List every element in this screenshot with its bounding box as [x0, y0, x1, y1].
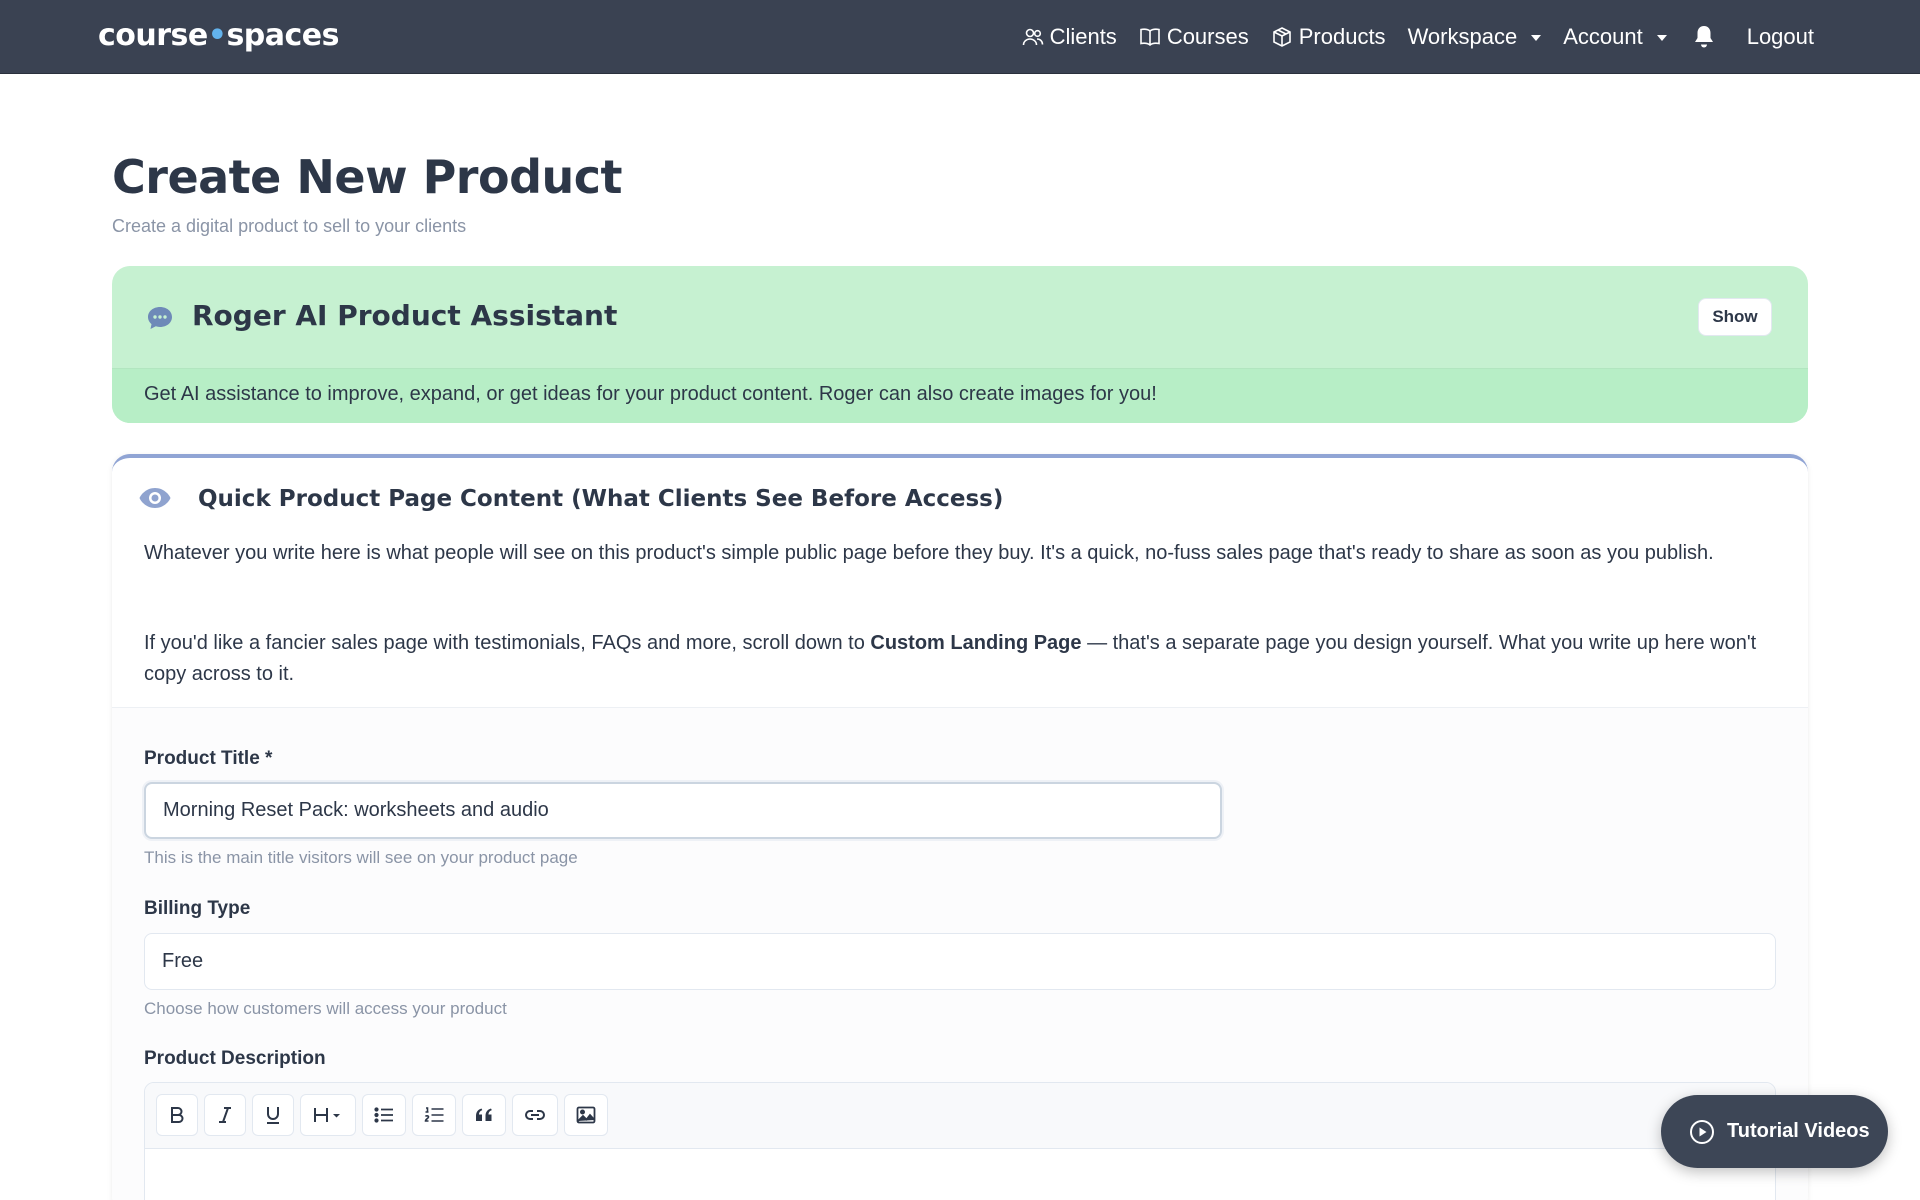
product-title-help: This is the main title visitors will see…	[144, 848, 578, 867]
link-icon	[525, 1110, 545, 1120]
bullet-list-button[interactable]	[362, 1094, 406, 1136]
nav-clients[interactable]: Clients	[1022, 24, 1117, 50]
box-icon	[1272, 27, 1291, 47]
numbered-list-icon	[424, 1107, 444, 1122]
quick-section-header: Quick Product Page Content (What Clients…	[112, 458, 1808, 708]
chevron-down-icon	[1656, 35, 1667, 41]
chevron-down-icon	[1531, 35, 1542, 41]
description-editor	[144, 1082, 1776, 1200]
tutorial-videos-label: Tutorial Videos	[1727, 1120, 1870, 1142]
image-button[interactable]	[564, 1094, 608, 1136]
bell-icon	[1694, 26, 1713, 48]
nav-courses[interactable]: Courses	[1139, 24, 1249, 50]
bullet-list-icon	[374, 1107, 393, 1123]
nav-courses-label: Courses	[1166, 24, 1249, 49]
nav-products-label: Products	[1298, 24, 1386, 49]
users-icon	[1022, 28, 1043, 46]
tutorial-videos-button[interactable]: Tutorial Videos	[1661, 1095, 1888, 1168]
quote-button[interactable]	[462, 1094, 506, 1136]
custom-landing-page-text: Custom Landing Page	[870, 632, 1082, 654]
product-title-label: Product Title *	[144, 748, 273, 769]
top-navbar: course•spaces Clients Courses Products W…	[0, 0, 1920, 74]
nav-workspace-dropdown[interactable]: Workspace	[1408, 24, 1542, 50]
page-title: Create New Product	[112, 150, 623, 204]
italic-icon	[219, 1107, 231, 1123]
underline-button[interactable]	[252, 1094, 294, 1136]
editor-toolbar	[145, 1083, 1775, 1149]
billing-type-help: Choose how customers will access your pr…	[144, 999, 507, 1018]
nav-account-label: Account	[1563, 24, 1643, 49]
logout-link[interactable]: Logout	[1747, 24, 1814, 50]
book-icon	[1140, 28, 1160, 47]
quick-section-note: If you'd like a fancier sales page with …	[144, 632, 1757, 685]
product-title-input[interactable]	[144, 782, 1222, 839]
heading-dropdown-button[interactable]	[300, 1094, 356, 1136]
show-ai-assistant-button[interactable]: Show	[1698, 298, 1772, 336]
underline-icon	[267, 1107, 279, 1124]
play-circle-icon	[1690, 1119, 1714, 1144]
link-button[interactable]	[512, 1094, 558, 1136]
image-icon	[576, 1106, 596, 1124]
quick-section-intro: Whatever you write here is what people w…	[144, 542, 1714, 564]
italic-button[interactable]	[204, 1094, 246, 1136]
nav-menu: Clients Courses Products Workspace Accou…	[1022, 0, 1814, 74]
bold-button[interactable]	[156, 1094, 198, 1136]
page-subtitle: Create a digital product to sell to your…	[112, 216, 467, 236]
quick-product-page-card: Quick Product Page Content (What Clients…	[112, 454, 1808, 1200]
ai-card-header: Roger AI Product Assistant Show	[112, 266, 1808, 369]
billing-type-select[interactable]: Free	[144, 933, 1776, 990]
ai-card-description: Get AI assistance to improve, expand, or…	[144, 383, 1157, 405]
ai-card-body: Get AI assistance to improve, expand, or…	[112, 369, 1808, 423]
billing-type-label: Billing Type	[144, 898, 251, 919]
quote-icon	[476, 1108, 492, 1121]
nav-clients-label: Clients	[1049, 24, 1117, 49]
numbered-list-button[interactable]	[412, 1094, 456, 1136]
eye-icon	[139, 488, 171, 508]
notifications-button[interactable]	[1693, 24, 1715, 50]
quick-section-title: Quick Product Page Content (What Clients…	[198, 486, 1004, 512]
heading-icon	[314, 1108, 340, 1122]
nav-workspace-label: Workspace	[1407, 24, 1518, 49]
bold-icon	[171, 1107, 184, 1123]
ai-assistant-card: Roger AI Product Assistant Show Get AI a…	[112, 266, 1808, 423]
chat-bubble-icon	[148, 307, 172, 329]
nav-account-dropdown[interactable]: Account	[1563, 24, 1667, 50]
product-description-label: Product Description	[144, 1048, 326, 1069]
logout-label: Logout	[1746, 24, 1814, 49]
ai-card-title: Roger AI Product Assistant	[192, 299, 618, 332]
nav-products[interactable]: Products	[1271, 24, 1386, 50]
brand-logo[interactable]: course•spaces	[98, 18, 339, 53]
